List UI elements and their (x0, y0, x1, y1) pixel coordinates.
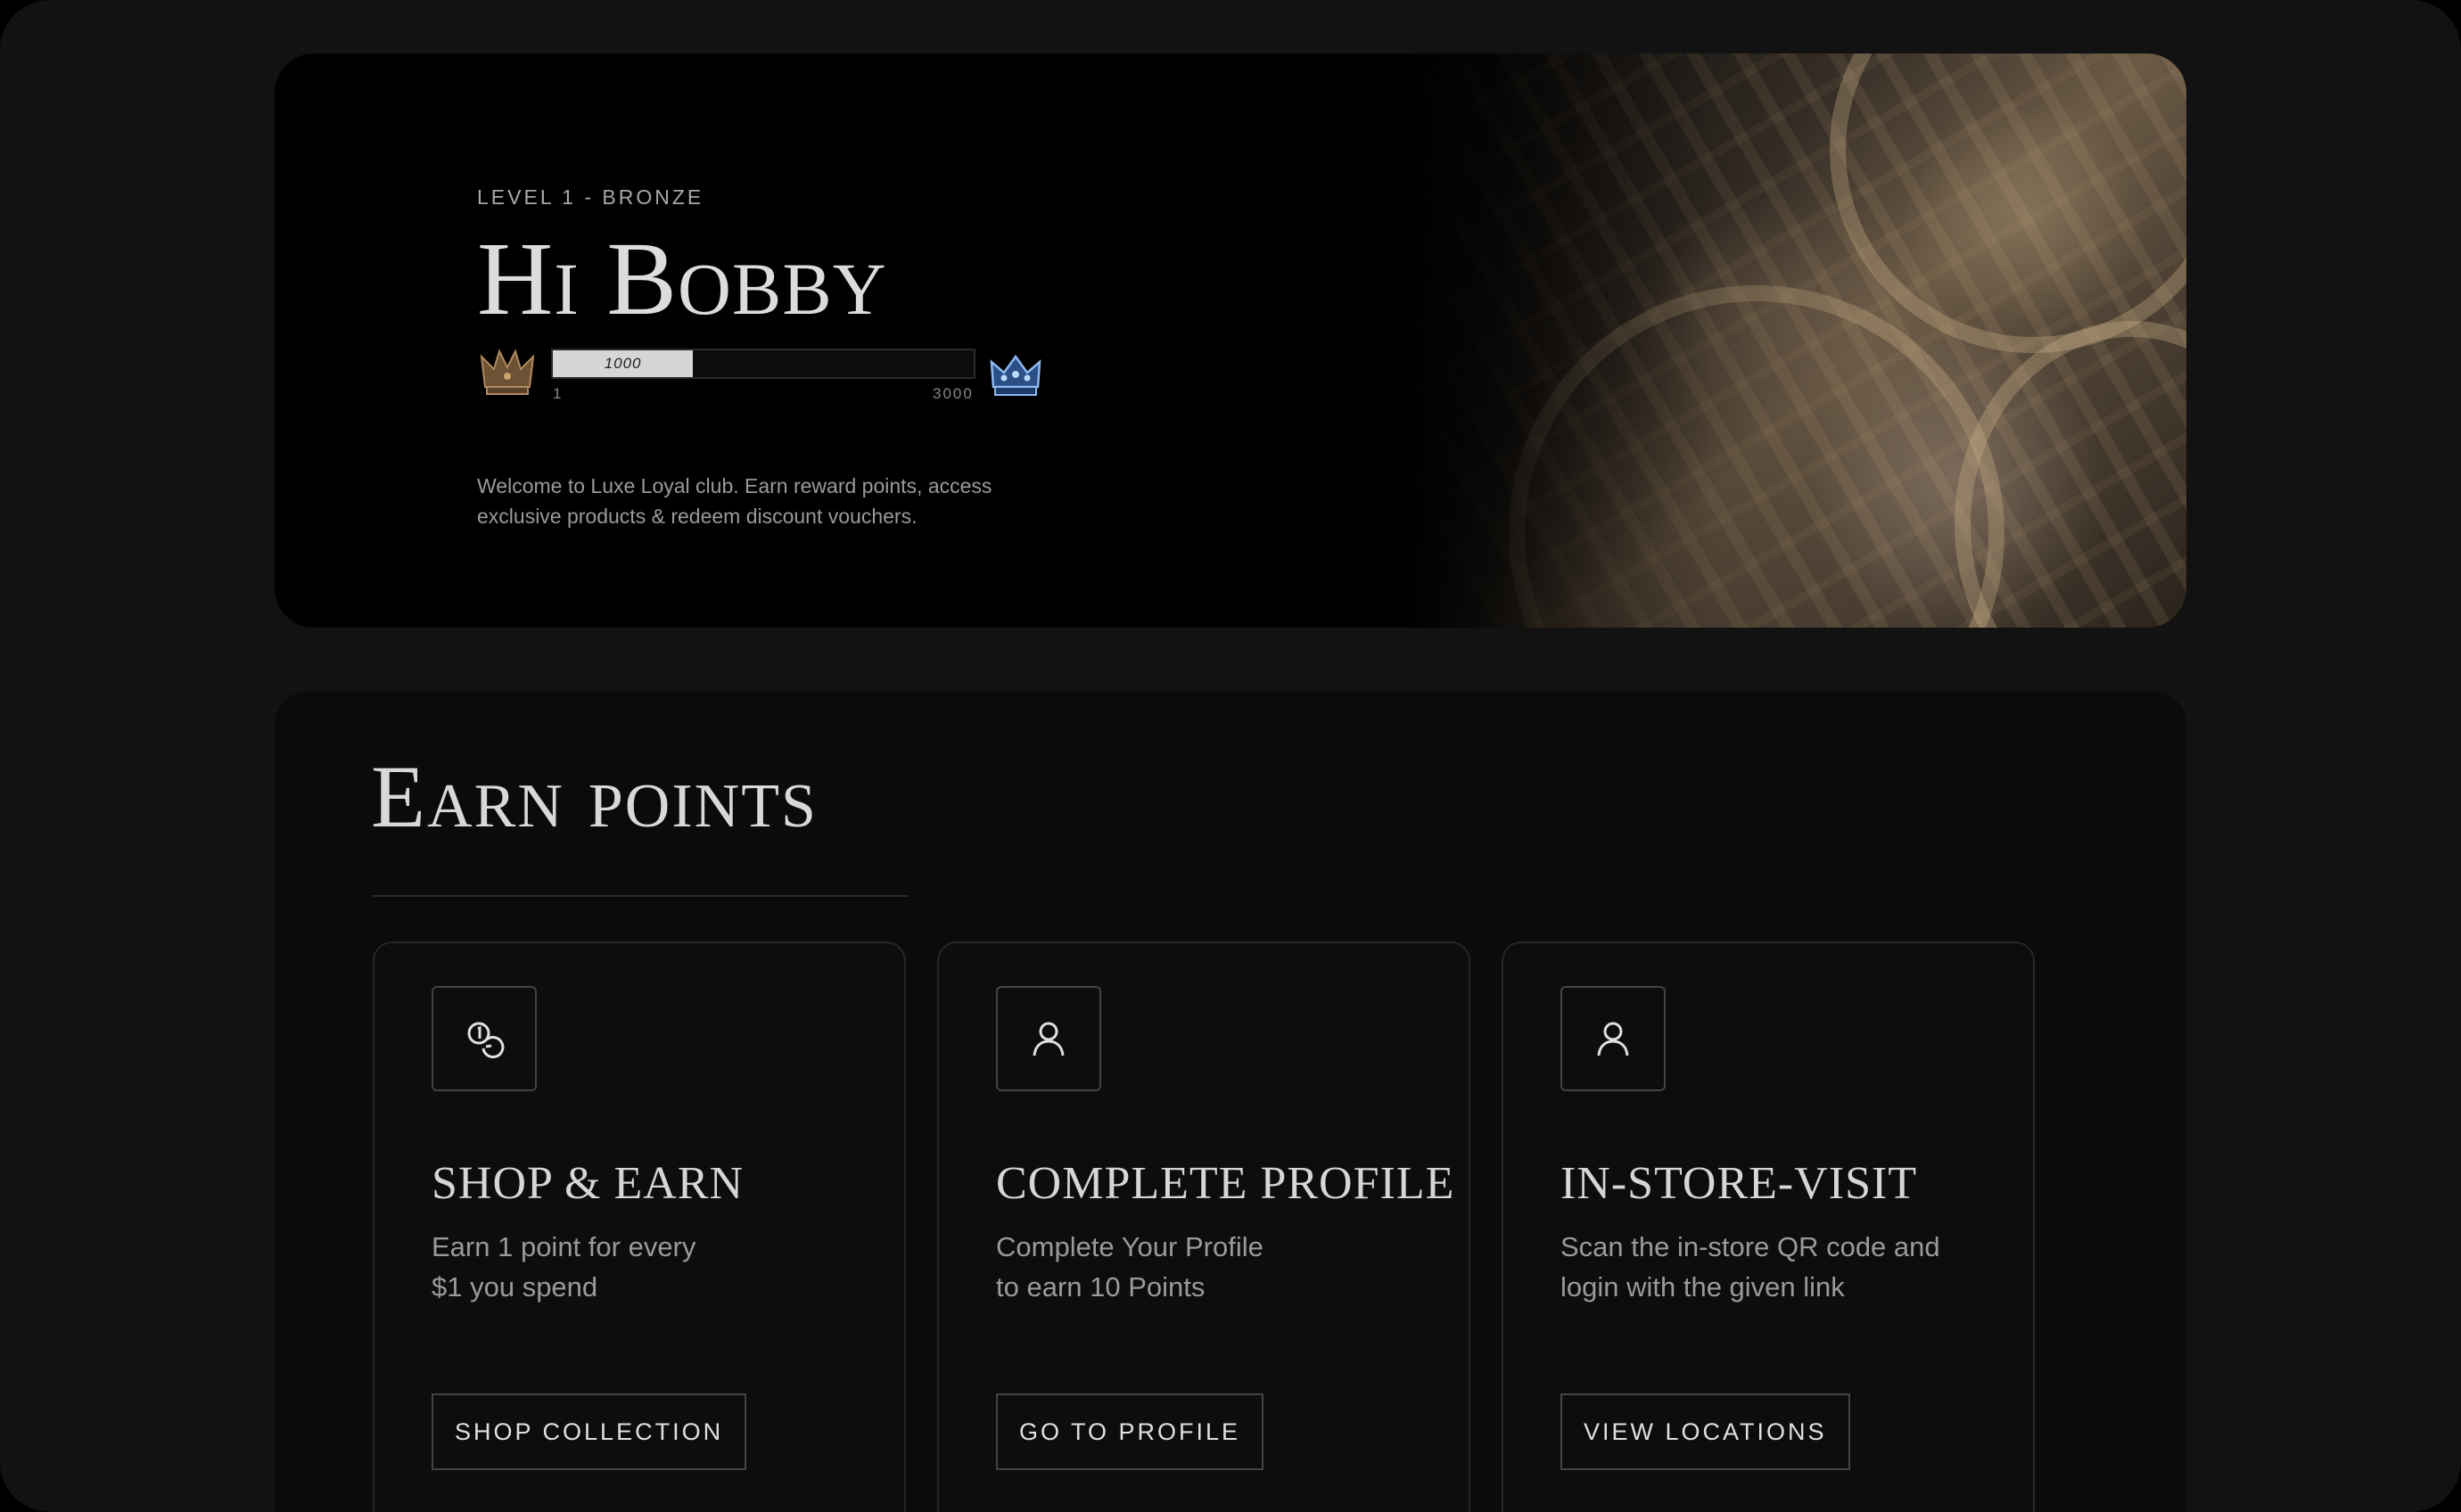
card-title: SHOP & EARN (432, 1158, 745, 1209)
earn-points-heading: Earn points (371, 747, 818, 846)
loyalty-hero-banner: LEVEL 1 - BRONZE Hi Bobby 1000 1 3000 We… (275, 53, 2186, 628)
shop-collection-button[interactable]: SHOP COLLECTION (432, 1393, 747, 1470)
view-locations-button[interactable]: VIEW LOCATIONS (1560, 1393, 1850, 1470)
progress-current-value: 1000 (604, 355, 642, 372)
progress-min-label: 1 (553, 385, 562, 402)
in-store-visit-card: IN-STORE-VISIT Scan the in-store QR code… (1502, 941, 2035, 1512)
user-icon (996, 986, 1101, 1091)
bronze-crown-icon (480, 349, 535, 395)
card-description: Earn 1 point for every $1 you spend (432, 1231, 696, 1302)
card-description: Complete Your Profile to earn 10 Points (996, 1231, 1263, 1302)
welcome-text: Welcome to Luxe Loyal club. Earn reward … (477, 474, 992, 528)
card-description: Scan the in-store QR code and login with… (1560, 1231, 1940, 1302)
ornate-ceiling-image (1402, 53, 2186, 628)
app-frame: LEVEL 1 - BRONZE Hi Bobby 1000 1 3000 We… (0, 0, 2461, 1512)
heading-divider (373, 895, 908, 897)
greeting-heading: Hi Bobby (477, 220, 887, 337)
coins-icon (432, 986, 537, 1091)
user-icon (1560, 986, 1666, 1091)
blue-crown-icon (990, 354, 1041, 396)
tier-level-label: LEVEL 1 - BRONZE (477, 185, 704, 209)
points-progress-bar: 1000 (551, 349, 975, 379)
earn-points-section: Earn points SHOP & EARN Earn 1 point for… (275, 692, 2186, 1512)
card-title: IN-STORE-VISIT (1560, 1158, 1918, 1209)
complete-profile-card: COMPLETE PROFILE Complete Your Profile t… (937, 941, 1470, 1512)
progress-max-label: 3000 (933, 385, 974, 402)
go-to-profile-button[interactable]: GO TO PROFILE (996, 1393, 1264, 1470)
progress-fill: 1000 (553, 350, 694, 377)
shop-earn-card: SHOP & EARN Earn 1 point for every $1 yo… (373, 941, 906, 1512)
card-title: COMPLETE PROFILE (996, 1158, 1455, 1209)
